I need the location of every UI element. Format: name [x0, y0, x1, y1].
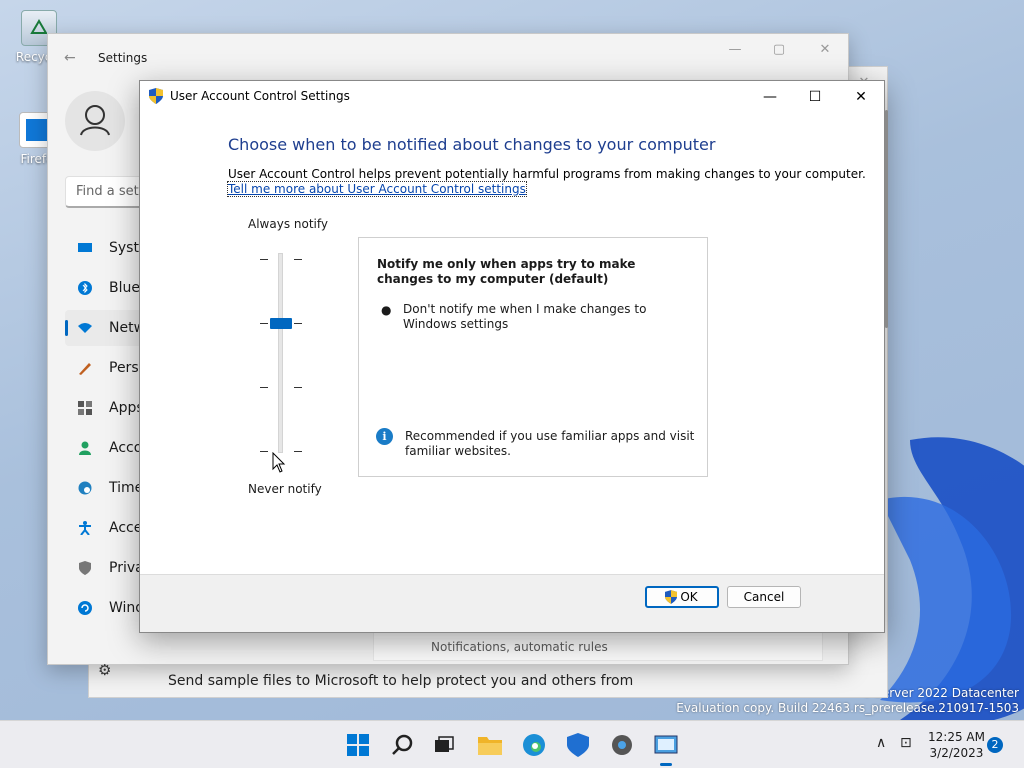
globe-clock-icon	[78, 481, 92, 495]
back-arrow-icon[interactable]: ←	[64, 50, 76, 66]
uac-icon[interactable]	[650, 729, 682, 766]
slider-thumb[interactable]	[270, 318, 292, 329]
apps-icon	[78, 401, 92, 415]
clock-date: 3/2/2023	[929, 746, 984, 760]
shield-icon	[79, 561, 91, 575]
taskbar: ∧ ⊡ 12:25 AM 3/2/2023 2	[0, 720, 1024, 768]
wifi-icon	[78, 323, 92, 333]
ok-button[interactable]: OK	[645, 586, 719, 608]
level-bullet-text: Don't notify me when I make changes to W…	[403, 302, 647, 331]
slider-tick	[260, 451, 268, 452]
dialog-footer: OK Cancel	[140, 574, 884, 632]
search-icon[interactable]	[386, 729, 418, 761]
avatar[interactable]	[65, 91, 125, 151]
minimize-icon[interactable]: —	[747, 81, 793, 113]
uac-settings-dialog: User Account Control Settings — ☐ ✕ Choo…	[139, 80, 885, 633]
uac-shield-icon	[149, 88, 163, 104]
person-icon	[80, 105, 110, 136]
maximize-icon[interactable]: ☐	[792, 81, 838, 113]
slider-tick	[294, 323, 302, 324]
row-subtitle: Notifications, automatic rules	[431, 640, 608, 654]
slider-tick	[260, 323, 268, 324]
edge-icon[interactable]	[518, 729, 550, 761]
slider-top-label: Always notify	[248, 217, 328, 231]
slider-track	[278, 253, 283, 453]
bullet-icon: ●	[381, 303, 392, 317]
clock[interactable]: 12:25 AM 3/2/2023	[928, 729, 985, 761]
clock-time: 12:25 AM	[928, 730, 985, 744]
settings-title: Settings	[98, 51, 148, 65]
level-recommendation: Recommended if you use familiar apps and…	[405, 429, 695, 458]
settings-titlebar: ← Settings — ▢ ✕	[48, 34, 848, 82]
person-icon	[79, 441, 91, 455]
slider-bottom-label: Never notify	[248, 482, 322, 496]
accessibility-icon	[79, 521, 91, 535]
settings-scrollbar[interactable]	[885, 110, 888, 328]
minimize-icon[interactable]: —	[712, 34, 758, 66]
maximize-icon[interactable]: ▢	[756, 34, 802, 66]
dialog-heading: Choose when to be notified about changes…	[228, 135, 716, 154]
uac-level-slider[interactable]	[256, 249, 306, 459]
bluetooth-icon	[78, 281, 92, 295]
close-icon[interactable]: ✕	[838, 81, 884, 113]
defender-icon[interactable]	[562, 729, 594, 761]
ok-label: OK	[680, 590, 698, 604]
uac-shield-icon	[665, 590, 677, 604]
learn-more-link[interactable]: Tell me more about User Account Control …	[227, 181, 527, 197]
mouse-cursor-icon	[272, 452, 286, 473]
defender-sample-text: Send sample files to Microsoft to help p…	[168, 673, 634, 689]
brush-icon	[79, 363, 91, 375]
watermark-line: Evaluation copy. Build 22463.rs_prerelea…	[676, 701, 1019, 715]
slider-tick	[294, 451, 302, 452]
level-title: Notify me only when apps try to make cha…	[377, 257, 636, 286]
notification-badge[interactable]: 2	[987, 737, 1003, 753]
network-icon[interactable]: ⊡	[900, 735, 912, 751]
level-description-panel: Notify me only when apps try to make cha…	[358, 237, 708, 477]
uac-titlebar: User Account Control Settings — ☐ ✕	[140, 81, 884, 113]
slider-tick	[260, 387, 268, 388]
monitor-icon	[78, 243, 92, 252]
update-icon	[78, 601, 92, 615]
close-icon[interactable]: ✕	[802, 34, 848, 66]
dialog-description: User Account Control helps prevent poten…	[228, 167, 866, 181]
settings-icon[interactable]	[606, 729, 638, 761]
slider-tick	[294, 259, 302, 260]
slider-tick	[294, 387, 302, 388]
cancel-button[interactable]: Cancel	[727, 586, 801, 608]
start-icon[interactable]	[342, 729, 374, 761]
chevron-up-icon[interactable]: ∧	[876, 735, 886, 751]
gear-icon: ⚙	[98, 661, 112, 679]
file-explorer-icon[interactable]	[474, 729, 506, 761]
info-icon: i	[376, 428, 393, 445]
task-view-icon[interactable]	[428, 729, 460, 761]
dialog-title: User Account Control Settings	[170, 89, 350, 103]
slider-tick	[260, 259, 268, 260]
